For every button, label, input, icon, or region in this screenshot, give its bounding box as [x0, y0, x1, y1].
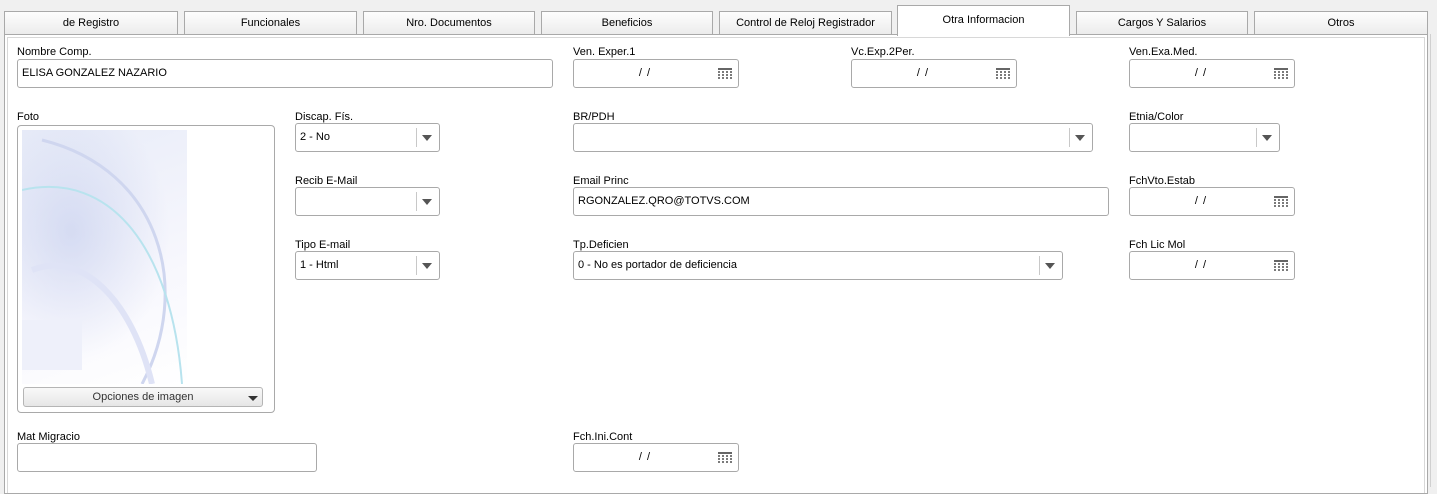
calendar-icon[interactable]: [718, 68, 732, 80]
recib-email-select[interactable]: [295, 187, 440, 216]
vertical-scrollbar[interactable]: [1430, 34, 1437, 487]
tab-funcionales[interactable]: Funcionales: [184, 11, 357, 34]
tp-deficien-value: 0 - No es portador de deficiencia: [578, 259, 737, 271]
fch-vto-estab-label: FchVto.Estab: [1129, 175, 1196, 187]
fch-ini-cont-value: / /: [638, 451, 652, 463]
dropdown-arrow-icon[interactable]: [422, 199, 432, 205]
combo-separator: [416, 128, 417, 147]
tab-bar: de Registro Funcionales Nro. Documentos …: [0, 0, 1437, 36]
tab-beneficios[interactable]: Beneficios: [541, 11, 713, 34]
nombre-comp-field[interactable]: ELISA GONZALEZ NAZARIO: [17, 59, 553, 88]
tab-cargos-salarios[interactable]: Cargos Y Salarios: [1076, 11, 1248, 34]
dropdown-arrow-icon[interactable]: [422, 263, 432, 269]
tab-otra-informacion[interactable]: Otra Informacion: [897, 5, 1070, 36]
br-pdh-select[interactable]: [573, 123, 1093, 152]
photo-placeholder-image: [21, 130, 187, 385]
calendar-icon[interactable]: [996, 68, 1010, 80]
tipo-email-label: Tipo E-mail: [295, 239, 351, 251]
discap-fis-select[interactable]: 2 - No: [295, 123, 440, 152]
email-princ-value: RGONZALEZ.QRO@TOTVS.COM: [578, 195, 750, 207]
dropdown-arrow-icon[interactable]: [422, 135, 432, 141]
foto-label: Foto: [17, 111, 40, 123]
recib-email-label: Recib E-Mail: [295, 175, 358, 187]
ven-exper1-field[interactable]: / /: [573, 59, 739, 88]
email-princ-label: Email Princ: [573, 175, 629, 187]
nombre-comp-value: ELISA GONZALEZ NAZARIO: [22, 67, 167, 79]
etnia-color-label: Etnia/Color: [1129, 111, 1184, 123]
ven-exa-med-label: Ven.Exa.Med.: [1129, 46, 1198, 58]
tp-deficien-select[interactable]: 0 - No es portador de deficiencia: [573, 251, 1063, 280]
dropdown-arrow-icon[interactable]: [1075, 135, 1085, 141]
calendar-icon[interactable]: [1274, 196, 1288, 208]
combo-separator: [416, 192, 417, 211]
photo-placeholder-graphic: [21, 138, 183, 385]
tab-control-reloj[interactable]: Control de Reloj Registrador: [719, 11, 892, 34]
fch-vto-estab-field[interactable]: / /: [1129, 187, 1295, 216]
ven-exa-med-value: / /: [1194, 67, 1208, 79]
ven-exper1-label: Ven. Exper.1: [573, 46, 636, 58]
tab-otros[interactable]: Otros: [1254, 11, 1428, 34]
tipo-email-select[interactable]: 1 - Html: [295, 251, 440, 280]
combo-separator: [416, 256, 417, 275]
dropdown-arrow-icon[interactable]: [1262, 135, 1272, 141]
mat-migracio-label: Mat Migracio: [17, 431, 80, 443]
vc-exp2per-label: Vc.Exp.2Per.: [851, 46, 915, 58]
mat-migracio-field[interactable]: [17, 443, 317, 472]
fch-lic-mol-value: / /: [1194, 259, 1208, 271]
calendar-icon[interactable]: [1274, 68, 1288, 80]
email-princ-field[interactable]: RGONZALEZ.QRO@TOTVS.COM: [573, 187, 1109, 216]
tipo-email-value: 1 - Html: [300, 259, 339, 271]
dropdown-arrow-icon[interactable]: [1045, 263, 1055, 269]
calendar-icon[interactable]: [718, 452, 732, 464]
vc-exp2per-field[interactable]: / /: [851, 59, 1017, 88]
nombre-comp-label: Nombre Comp.: [17, 46, 92, 58]
discap-fis-value: 2 - No: [300, 131, 330, 143]
ven-exper1-value: / /: [638, 67, 652, 79]
br-pdh-label: BR/PDH: [573, 111, 615, 123]
image-options-button[interactable]: Opciones de imagen: [23, 387, 263, 407]
fch-lic-mol-label: Fch Lic Mol: [1129, 239, 1186, 251]
tab-de-registro[interactable]: de Registro: [4, 11, 178, 34]
combo-separator: [1256, 128, 1257, 147]
tab-nro-documentos[interactable]: Nro. Documentos: [363, 11, 535, 34]
combo-separator: [1069, 128, 1070, 147]
ven-exa-med-field[interactable]: / /: [1129, 59, 1295, 88]
vc-exp2per-value: / /: [916, 67, 930, 79]
photo-frame: Opciones de imagen: [17, 125, 275, 413]
etnia-color-select[interactable]: [1129, 123, 1280, 152]
chevron-down-icon: [248, 396, 258, 401]
fch-lic-mol-field[interactable]: / /: [1129, 251, 1295, 280]
discap-fis-label: Discap. Fís.: [295, 111, 354, 123]
fch-vto-estab-value: / /: [1194, 195, 1208, 207]
image-options-label: Opciones de imagen: [92, 391, 194, 403]
fch-ini-cont-field[interactable]: / /: [573, 443, 739, 472]
fch-ini-cont-label: Fch.Ini.Cont: [573, 431, 633, 443]
tp-deficien-label: Tp.Deficien: [573, 239, 629, 251]
combo-separator: [1039, 256, 1040, 275]
calendar-icon[interactable]: [1274, 260, 1288, 272]
